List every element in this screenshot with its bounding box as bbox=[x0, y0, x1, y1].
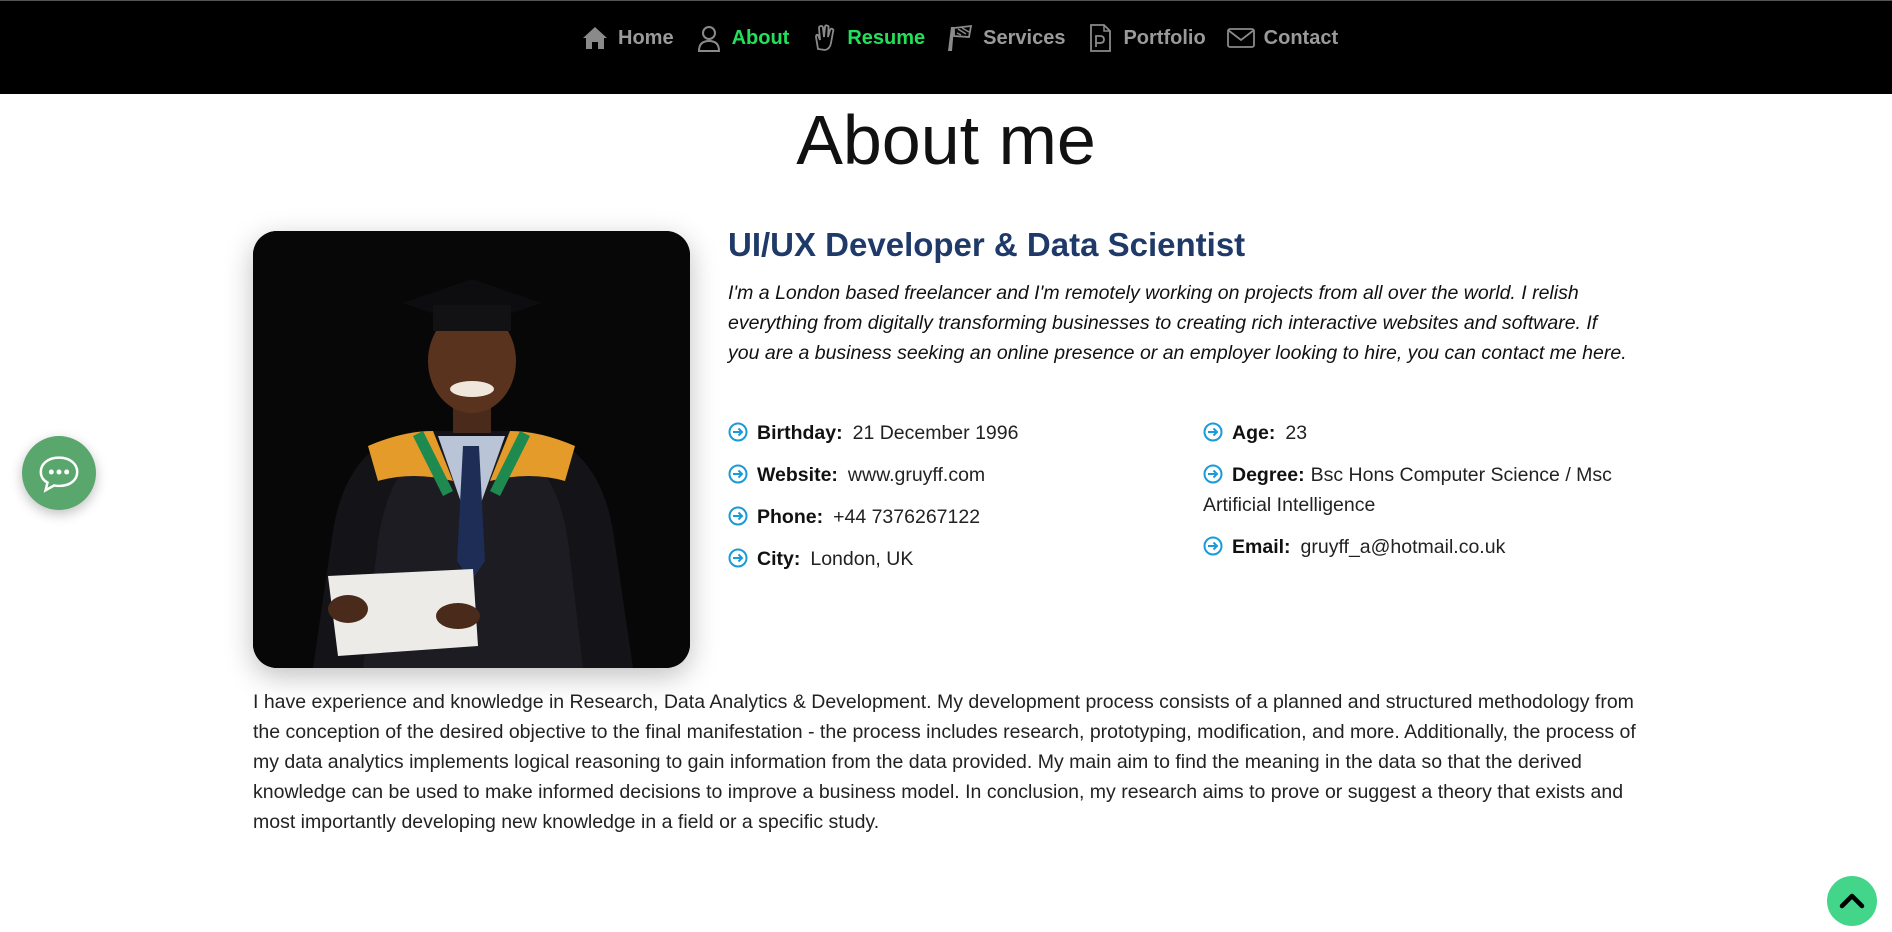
chat-bubble-icon bbox=[39, 456, 79, 493]
detail-email: Email: gruyff_a@hotmail.co.uk bbox=[1203, 532, 1643, 562]
bio-paragraph: I have experience and knowledge in Resea… bbox=[253, 691, 1636, 833]
arrow-circle-icon bbox=[728, 464, 748, 484]
detail-label: City: bbox=[757, 548, 801, 570]
detail-phone: Phone: +44 7376267122 bbox=[728, 502, 1168, 532]
role-title: UI/UX Developer & Data Scientist bbox=[728, 226, 1246, 263]
detail-degree: Degree: Bsc Hons Computer Science / Msc A… bbox=[1203, 460, 1643, 520]
detail-label: Birthday: bbox=[757, 422, 843, 444]
nav-contact-label: Contact bbox=[1263, 26, 1339, 49]
back-to-top-button[interactable] bbox=[1827, 876, 1877, 926]
detail-label: Degree: bbox=[1232, 464, 1305, 486]
arrow-circle-icon bbox=[728, 548, 748, 568]
main-nav: Home About Resume Services Portfolio Con… bbox=[580, 23, 1358, 53]
detail-label: Email: bbox=[1232, 536, 1291, 558]
nav-portfolio[interactable]: Portfolio bbox=[1085, 23, 1206, 53]
nav-resume-label: Resume bbox=[847, 26, 926, 49]
chevron-up-icon bbox=[1839, 893, 1865, 909]
detail-age: Age: 23 bbox=[1203, 418, 1643, 448]
detail-label: Phone: bbox=[757, 506, 824, 528]
detail-birthday: Birthday: 21 December 1996 bbox=[728, 418, 1168, 448]
profile-photo bbox=[253, 231, 690, 668]
brush-icon bbox=[945, 23, 975, 53]
detail-value: +44 7376267122 bbox=[833, 506, 981, 528]
arrow-circle-icon bbox=[1203, 464, 1223, 484]
intro-paragraph: I'm a London based freelancer and I'm re… bbox=[728, 282, 1627, 364]
nav-services[interactable]: Services bbox=[945, 23, 1065, 53]
nav-portfolio-label: Portfolio bbox=[1123, 26, 1206, 49]
user-icon bbox=[694, 23, 724, 53]
arrow-circle-icon bbox=[728, 422, 748, 442]
arrow-circle-icon bbox=[728, 506, 748, 526]
arrow-circle-icon bbox=[1203, 536, 1223, 556]
portfolio-icon bbox=[1085, 23, 1115, 53]
page-title: About me bbox=[796, 101, 1096, 179]
nav-resume[interactable]: Resume bbox=[809, 23, 925, 53]
details-left-column: Birthday: 21 December 1996 Website: www.gr… bbox=[728, 418, 1168, 586]
email-link[interactable]: gruyff_a@hotmail.co.uk bbox=[1301, 536, 1506, 558]
detail-label: Website: bbox=[757, 464, 838, 486]
website-link[interactable]: www.gruyff.com bbox=[848, 464, 985, 486]
home-icon bbox=[580, 23, 610, 53]
detail-value: 23 bbox=[1285, 422, 1308, 444]
nav-contact[interactable]: Contact bbox=[1226, 23, 1338, 53]
nav-services-label: Services bbox=[983, 26, 1066, 49]
detail-city: City: London, UK bbox=[728, 544, 1168, 574]
detail-label: Age: bbox=[1232, 422, 1276, 444]
envelope-icon bbox=[1226, 23, 1256, 53]
detail-value: 21 December 1996 bbox=[852, 422, 1019, 444]
top-navigation-bar: Home About Resume Services Portfolio Con… bbox=[0, 0, 1892, 94]
detail-website: Website: www.gruyff.com bbox=[728, 460, 1168, 490]
arrow-circle-icon bbox=[1203, 422, 1223, 442]
graduation-portrait-image bbox=[253, 231, 690, 668]
chat-button[interactable] bbox=[22, 436, 96, 510]
nav-about[interactable]: About bbox=[694, 23, 790, 53]
details-right-column: Age: 23 Degree: Bsc Hons Computer Science … bbox=[1203, 418, 1643, 574]
nav-about-label: About bbox=[731, 26, 790, 49]
nav-home-label: Home bbox=[618, 26, 674, 49]
hand-icon bbox=[809, 23, 839, 53]
detail-value: London, UK bbox=[810, 548, 914, 570]
nav-home[interactable]: Home bbox=[580, 23, 674, 53]
